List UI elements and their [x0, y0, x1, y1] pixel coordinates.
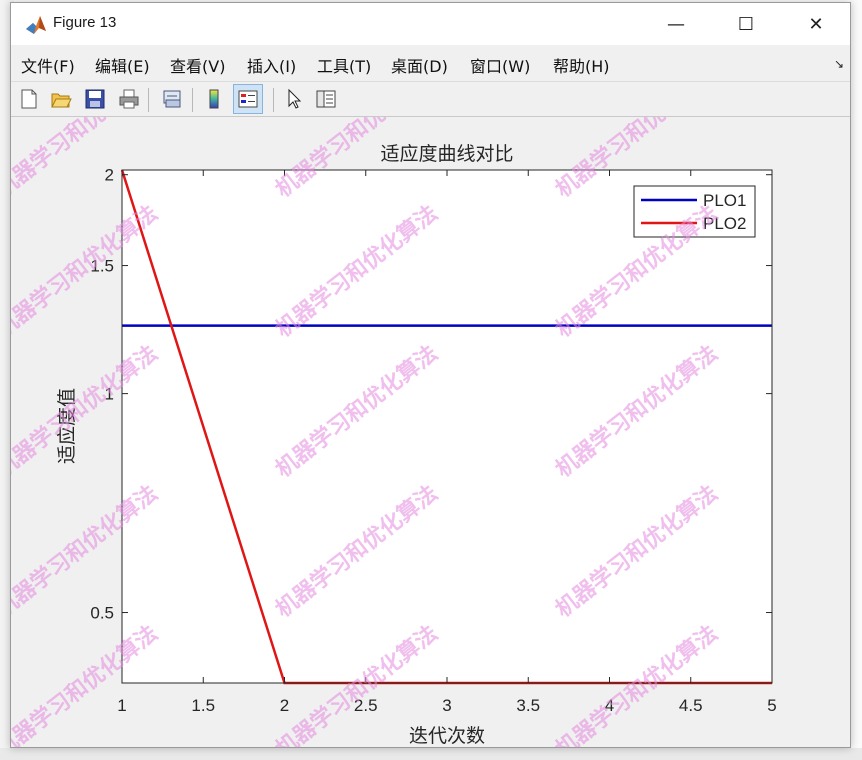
insert-legend-icon[interactable] — [233, 84, 263, 114]
x-tick-label: 3 — [442, 696, 451, 715]
property-inspector-icon[interactable] — [313, 86, 339, 112]
menu-insert[interactable]: 插入(I) — [247, 53, 296, 77]
insert-colorbar-icon[interactable] — [201, 86, 227, 112]
minimize-button[interactable]: — — [641, 3, 711, 45]
figure-canvas: 1 1.5 2 2.5 3 3.5 4 4.5 5 0.5 1 1.5 2 适应度曲线对比 迭代次数 … — [11, 117, 850, 747]
menu-file[interactable]: 文件(F) — [21, 53, 75, 77]
close-button[interactable]: ✕ — [781, 3, 851, 45]
x-tick-label: 1.5 — [191, 696, 215, 715]
menu-bar: 文件(F) 编辑(E) 查看(V) 插入(I) 工具(T) 桌面(D) 窗口(W… — [11, 47, 850, 79]
x-axis-label: 迭代次数 — [409, 725, 485, 747]
close-icon: ✕ — [808, 13, 824, 35]
print-icon[interactable] — [116, 86, 142, 112]
menu-help[interactable]: 帮助(H) — [553, 53, 610, 77]
x-tick-label: 1 — [117, 696, 126, 715]
new-figure-icon[interactable] — [16, 86, 42, 112]
toolbar-separator — [148, 88, 149, 112]
link-plot-icon[interactable] — [159, 86, 185, 112]
x-tick-label: 4.5 — [679, 696, 703, 715]
maximize-icon: ☐ — [737, 13, 755, 35]
minimize-icon: — — [667, 13, 685, 35]
x-tick-label: 5 — [767, 696, 776, 715]
open-file-icon[interactable] — [48, 86, 74, 112]
menu-desktop[interactable]: 桌面(D) — [391, 53, 448, 77]
dock-arrow-icon[interactable]: ↘ — [834, 57, 844, 71]
plot-svg: 1 1.5 2 2.5 3 3.5 4 4.5 5 0.511.52 适应度曲线对比 迭代次数 … — [11, 117, 777, 747]
toolbar-separator — [273, 88, 274, 112]
watermark-text: 机器学习和优化算法 — [11, 620, 163, 747]
x-tick-label: 3.5 — [516, 696, 540, 715]
figure-window: Figure 13 — ☐ ✕ 文件(F) 编辑(E) 查看(V) 插入(I) … — [10, 2, 851, 748]
x-tick-label: 2 — [280, 696, 289, 715]
figure-toolbar — [11, 81, 850, 117]
menu-view[interactable]: 查看(V) — [170, 53, 225, 77]
desktop-background-bottom — [0, 748, 862, 760]
menu-window[interactable]: 窗口(W) — [470, 53, 530, 77]
save-icon[interactable] — [82, 86, 108, 112]
y-tick-label: 2 — [105, 166, 114, 185]
window-title: Figure 13 — [53, 14, 117, 31]
chart-title: 适应度曲线对比 — [380, 143, 513, 165]
menu-tools[interactable]: 工具(T) — [317, 53, 371, 77]
matlab-logo-icon — [26, 16, 46, 34]
toolbar-separator — [192, 88, 193, 112]
edit-plot-icon[interactable] — [281, 86, 307, 112]
maximize-button[interactable]: ☐ — [711, 3, 781, 45]
menu-edit[interactable]: 编辑(E) — [95, 53, 150, 77]
title-bar[interactable]: Figure 13 — ☐ ✕ — [11, 3, 850, 45]
y-tick-label: 0.5 — [90, 604, 114, 623]
